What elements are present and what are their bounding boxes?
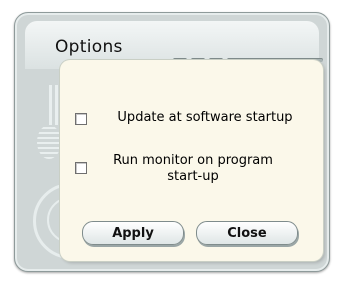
update-startup-checkbox[interactable] — [75, 113, 87, 125]
window-title: Options — [55, 37, 123, 57]
run-monitor-label: Run monitor on program start-up — [113, 153, 273, 184]
update-startup-label: Update at software startup — [117, 110, 293, 125]
decorative-dots — [37, 125, 61, 159]
apply-button[interactable]: Apply — [82, 221, 184, 245]
close-button[interactable]: Close — [196, 221, 298, 245]
options-panel: Update at software startup Run monitor o… — [60, 60, 323, 261]
run-monitor-checkbox[interactable] — [75, 162, 87, 174]
